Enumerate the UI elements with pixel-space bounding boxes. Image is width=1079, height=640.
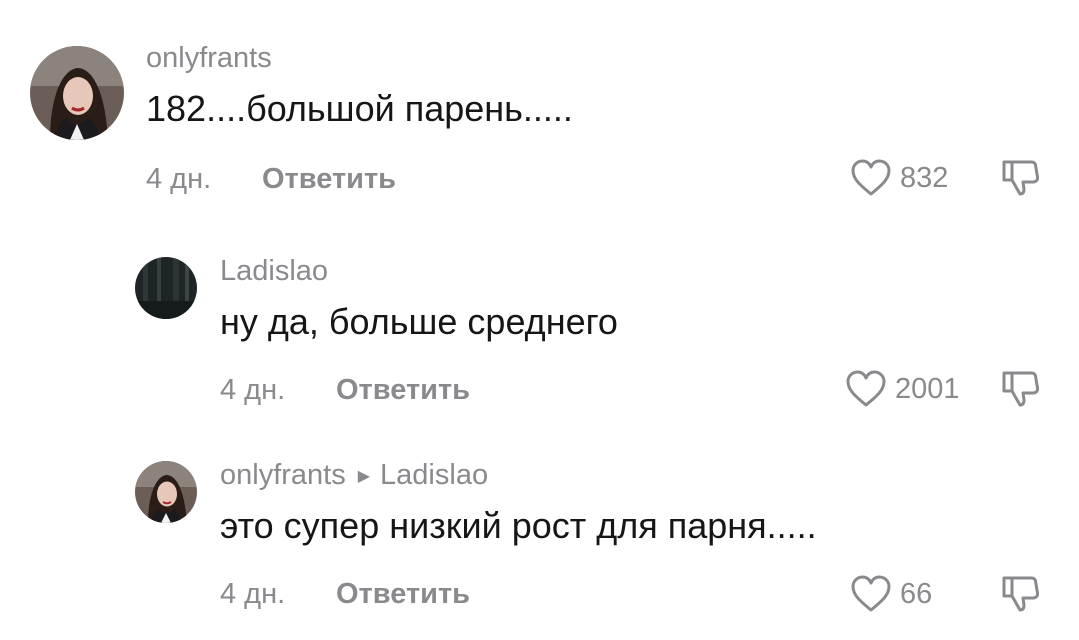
dislike-button[interactable] bbox=[1000, 574, 1042, 619]
timestamp: 4 дн. bbox=[220, 578, 286, 610]
comment-3: onlyfrants ▶ Ladislao это супер низкий рос… bbox=[0, 0, 1079, 640]
like-button[interactable]: 66 bbox=[850, 574, 932, 614]
username[interactable]: onlyfrants bbox=[220, 459, 346, 491]
comment-text: это супер низкий рост для парня..... bbox=[220, 505, 817, 546]
username-line: onlyfrants ▶ Ladislao bbox=[220, 459, 488, 492]
thumbs-down-outline-icon bbox=[1002, 576, 1040, 612]
reply-to-username[interactable]: Ladislao bbox=[380, 459, 488, 491]
reply-button[interactable]: Ответить bbox=[336, 578, 470, 611]
triangle-right-icon: ▶ bbox=[357, 468, 371, 485]
heart-outline-icon bbox=[851, 575, 891, 612]
avatar[interactable] bbox=[135, 461, 197, 523]
like-count: 66 bbox=[900, 577, 933, 610]
